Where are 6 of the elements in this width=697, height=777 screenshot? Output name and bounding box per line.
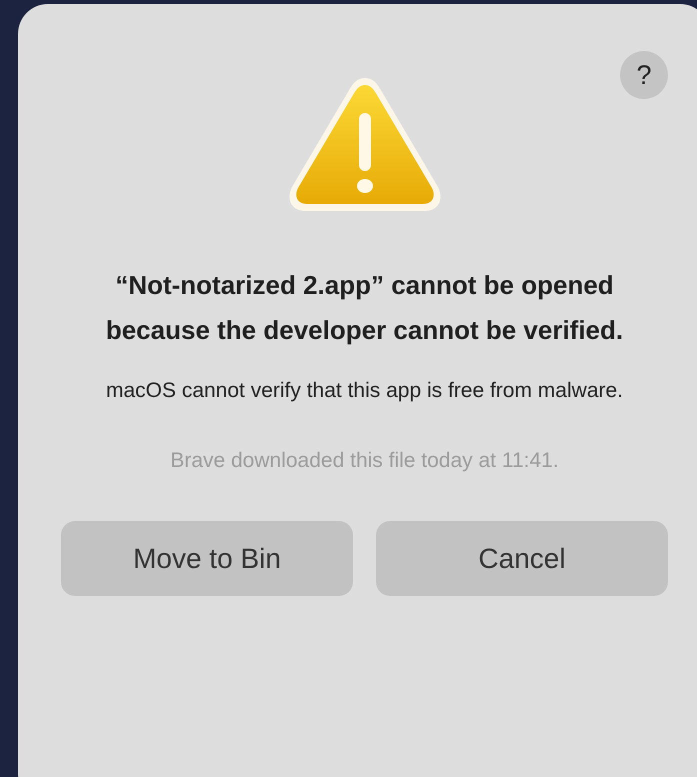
cancel-button[interactable]: Cancel — [376, 521, 668, 596]
move-to-bin-button[interactable]: Move to Bin — [61, 521, 353, 596]
dialog-message: macOS cannot verify that this app is free from malware. — [104, 378, 624, 404]
download-info: Brave downloaded this file today at 11:41. — [169, 448, 560, 474]
help-button[interactable]: ? — [620, 51, 668, 99]
dialog-title: “Not-notarized 2.app” cannot be opened because the developer cannot be verified. — [104, 269, 624, 347]
